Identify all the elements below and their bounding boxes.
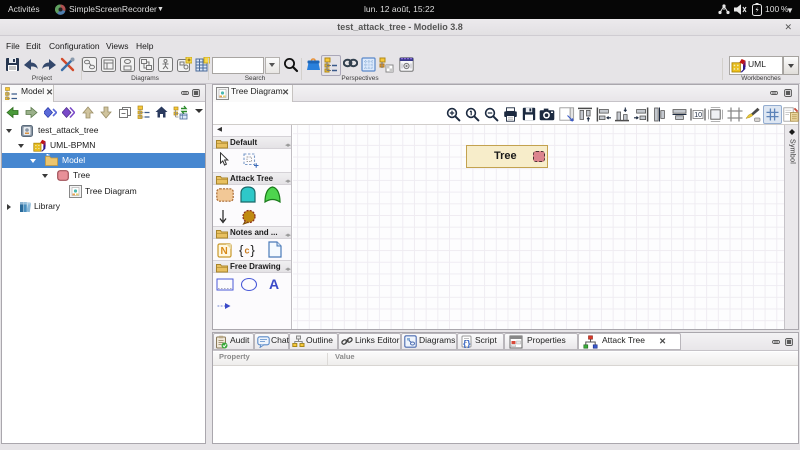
svg-text:c: c: [245, 246, 250, 256]
svg-text:A: A: [269, 276, 279, 291]
svg-text:{: {: [239, 243, 244, 258]
svg-text:10: 10: [694, 112, 702, 119]
svg-text:}: }: [467, 339, 471, 349]
svg-text:N: N: [221, 246, 228, 257]
svg-text:}: }: [251, 243, 256, 258]
